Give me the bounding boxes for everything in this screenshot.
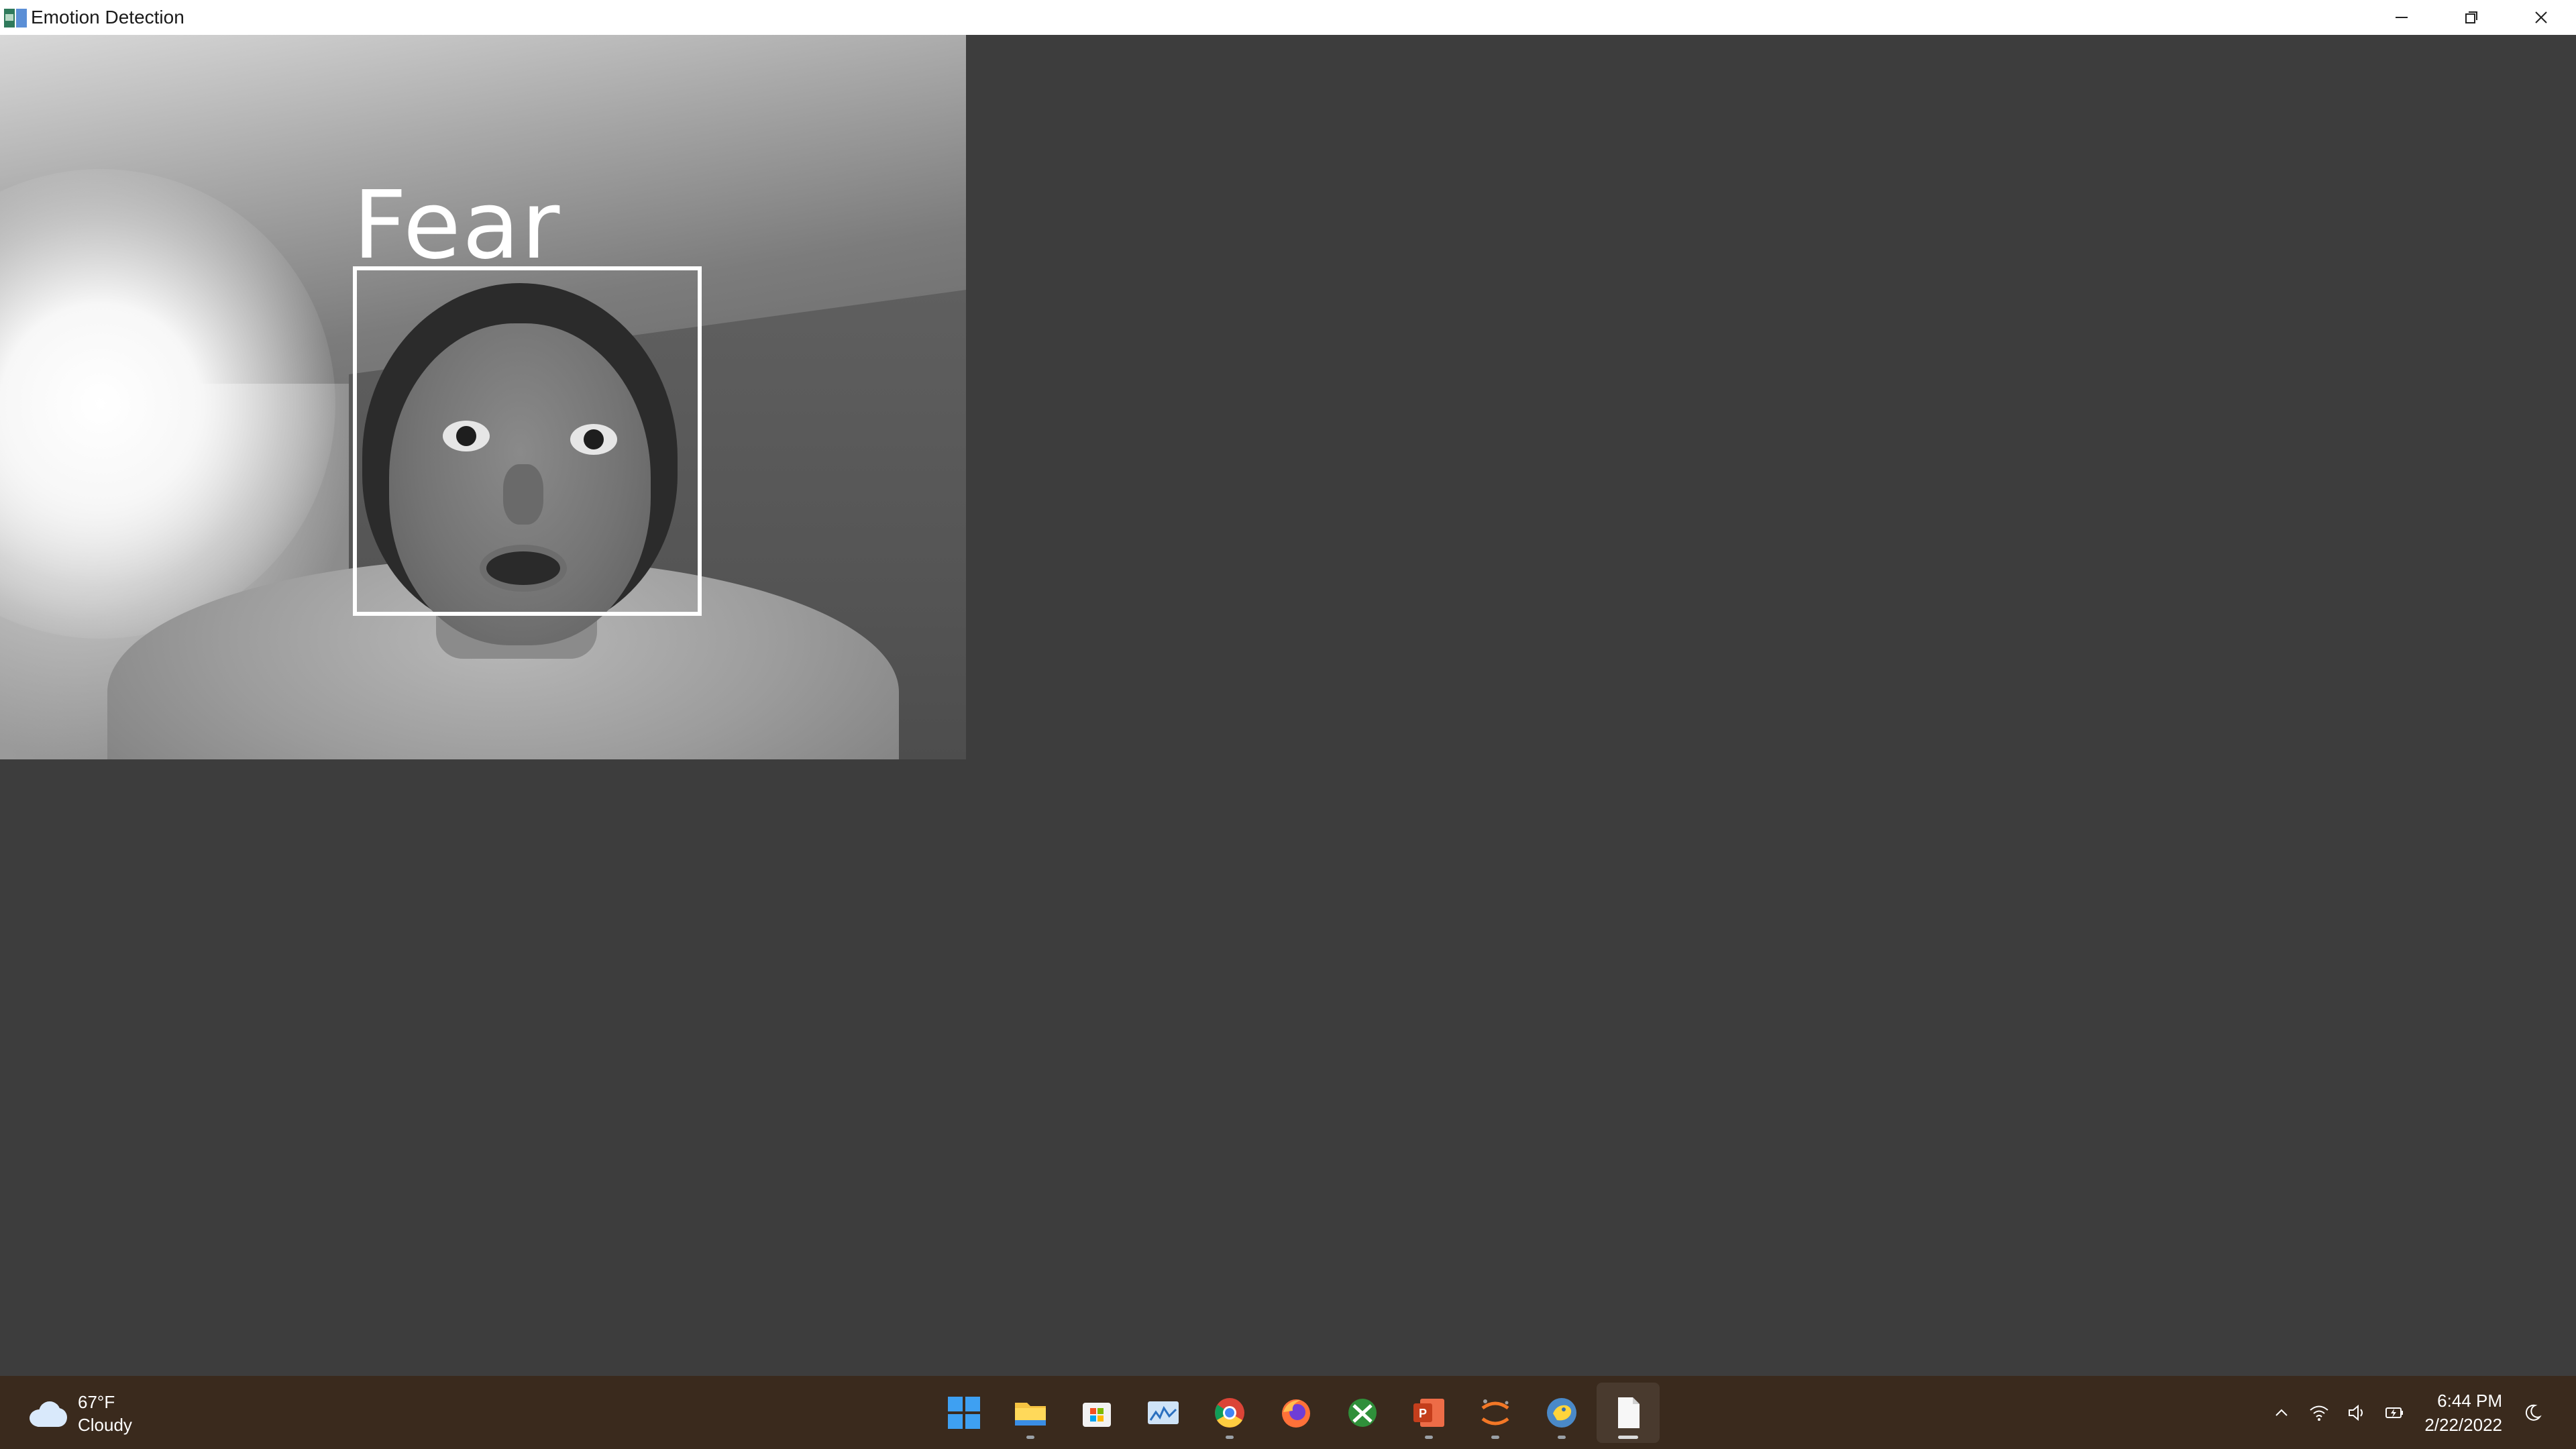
window-app-icon: [3, 5, 28, 30]
wifi-icon: [2310, 1405, 2328, 1421]
svg-text:P: P: [1419, 1407, 1427, 1420]
taskbar-chrome[interactable]: [1198, 1383, 1261, 1443]
taskbar-jupyter[interactable]: [1464, 1383, 1527, 1443]
app-icon: [1348, 1399, 1377, 1427]
emotion-label: Fear: [353, 171, 561, 280]
minimize-icon: [2396, 17, 2408, 18]
close-button[interactable]: [2506, 0, 2576, 35]
moon-icon: [2525, 1404, 2542, 1421]
focus-assist-button[interactable]: [2516, 1396, 2549, 1430]
window-controls: [2367, 0, 2576, 35]
store-icon: [1083, 1403, 1111, 1427]
taskbar-app-green[interactable]: [1331, 1383, 1394, 1443]
clock-date: 2/22/2022: [2424, 1415, 2502, 1435]
speaker-icon: [2349, 1404, 2363, 1421]
taskbar: 67°F Cloudy P 6:44 PM 2/22/2022: [0, 1376, 2576, 1449]
window-title: Emotion Detection: [31, 7, 184, 28]
taskbar-powerpoint[interactable]: P: [1397, 1383, 1460, 1443]
title-bar: Emotion Detection: [0, 0, 2576, 35]
chrome-icon: [1215, 1398, 1244, 1428]
document-icon: [1618, 1397, 1640, 1428]
chevron-up-icon: [2275, 1409, 2288, 1416]
cloud-icon: [27, 1399, 67, 1428]
webcam-frame: Fear: [0, 35, 966, 759]
restore-button[interactable]: [2436, 0, 2506, 35]
photos-icon: [1148, 1401, 1179, 1424]
network-button[interactable]: [2302, 1396, 2336, 1430]
window-content: Fear: [0, 35, 2576, 1376]
taskbar-start-button[interactable]: [932, 1383, 996, 1443]
windows-start-icon: [948, 1397, 980, 1429]
powerpoint-icon: P: [1413, 1399, 1444, 1427]
taskbar-firefox[interactable]: [1265, 1383, 1328, 1443]
jupyter-icon: [1481, 1399, 1509, 1426]
clock-time: 6:44 PM: [2437, 1391, 2502, 1411]
folder-icon: [1015, 1403, 1046, 1426]
taskbar-emotion-detection[interactable]: [1597, 1383, 1660, 1443]
show-hidden-icons-button[interactable]: [2265, 1396, 2298, 1430]
volume-button[interactable]: [2340, 1396, 2373, 1430]
taskbar-clock[interactable]: 6:44 PM 2/22/2022: [2424, 1389, 2502, 1437]
weather-widget[interactable]: 67°F Cloudy: [27, 1388, 132, 1439]
battery-charging-icon: [2385, 1407, 2404, 1418]
restore-icon: [2465, 11, 2477, 23]
battery-button[interactable]: [2377, 1396, 2411, 1430]
python-icon: [1547, 1398, 1576, 1428]
taskbar-apps: P: [932, 1383, 1663, 1443]
firefox-icon: [1282, 1399, 1310, 1428]
close-icon: [2535, 11, 2547, 23]
minimize-button[interactable]: [2367, 0, 2436, 35]
system-tray: 6:44 PM 2/22/2022: [2261, 1383, 2549, 1443]
weather-condition: Cloudy: [78, 1415, 132, 1435]
taskbar-microsoft-store[interactable]: [1065, 1383, 1128, 1443]
taskbar-file-explorer[interactable]: [999, 1383, 1062, 1443]
taskbar-python[interactable]: [1530, 1383, 1593, 1443]
weather-temperature: 67°F: [78, 1392, 115, 1412]
face-bounding-box: [353, 266, 702, 616]
taskbar-photos[interactable]: [1132, 1383, 1195, 1443]
